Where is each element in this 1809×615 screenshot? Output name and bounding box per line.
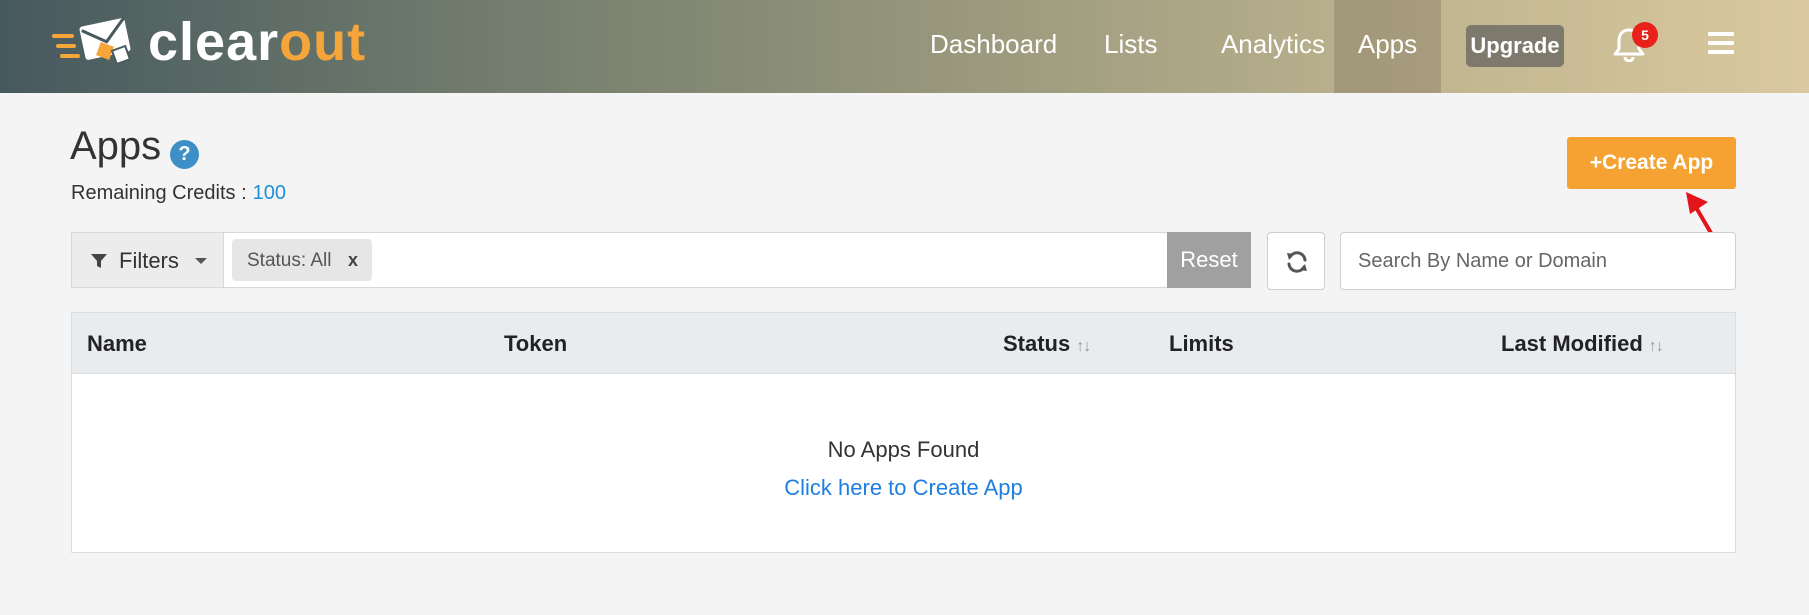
remaining-credits: Remaining Credits :100: [71, 182, 286, 205]
status-filter-chip[interactable]: Status: All x: [232, 239, 372, 281]
help-icon[interactable]: ?: [170, 140, 199, 169]
top-navbar: clearout Dashboard Lists Analytics Apps …: [0, 0, 1809, 93]
apps-table: Name Token Status ↑↓ Limits Last Modified…: [71, 312, 1736, 553]
filters-dropdown[interactable]: Filters: [72, 233, 224, 287]
sort-icon: ↑↓: [1076, 338, 1091, 355]
chevron-down-icon: [195, 258, 207, 264]
logo-text-clear: clear: [148, 12, 280, 72]
filter-funnel-icon: [91, 254, 107, 268]
last-modified-header-label: Last Modified: [1501, 331, 1643, 356]
refresh-icon: [1287, 251, 1307, 273]
create-app-button[interactable]: +Create App: [1567, 137, 1736, 189]
filter-bar: Filters Status: All x: [71, 232, 1251, 288]
column-header-limits: Limits: [1169, 331, 1234, 356]
clearout-logo[interactable]: clearout: [52, 12, 366, 72]
notification-badge: 5: [1632, 22, 1658, 48]
hamburger-menu-icon[interactable]: [1708, 32, 1734, 54]
refresh-button[interactable]: [1267, 232, 1325, 290]
search-input[interactable]: [1340, 232, 1736, 290]
column-header-name: Name: [87, 331, 147, 356]
status-header-label: Status: [1003, 331, 1071, 356]
logo-text-out: out: [279, 12, 367, 72]
empty-state-message: No Apps Found: [827, 437, 980, 462]
create-app-link[interactable]: Click here to Create App: [72, 475, 1735, 501]
column-header-status[interactable]: Status ↑↓: [1003, 331, 1091, 357]
filters-label: Filters: [119, 248, 179, 273]
page-title: Apps: [70, 124, 162, 168]
logo-envelope-icon: [52, 16, 132, 66]
create-app-label: Create App: [1602, 151, 1714, 174]
nav-analytics[interactable]: Analytics: [1205, 0, 1341, 93]
credits-value: 100: [252, 182, 286, 204]
chip-label: Status: All: [247, 250, 332, 271]
nav-apps[interactable]: Apps: [1334, 0, 1441, 93]
column-header-token: Token: [504, 331, 568, 356]
credits-label: Remaining Credits :: [71, 182, 247, 204]
logo-wordmark: clearout: [148, 15, 366, 69]
column-header-last-modified[interactable]: Last Modified ↑↓: [1501, 331, 1664, 357]
nav-lists[interactable]: Lists: [1104, 0, 1157, 93]
upgrade-button[interactable]: Upgrade: [1466, 25, 1564, 67]
reset-button[interactable]: Reset: [1167, 232, 1251, 288]
nav-dashboard[interactable]: Dashboard: [930, 0, 1057, 93]
plus-icon: +: [1589, 151, 1602, 174]
sort-icon: ↑↓: [1648, 338, 1664, 355]
chip-remove-icon[interactable]: x: [348, 250, 358, 271]
table-header: Name Token Status ↑↓ Limits Last Modified…: [72, 313, 1735, 374]
